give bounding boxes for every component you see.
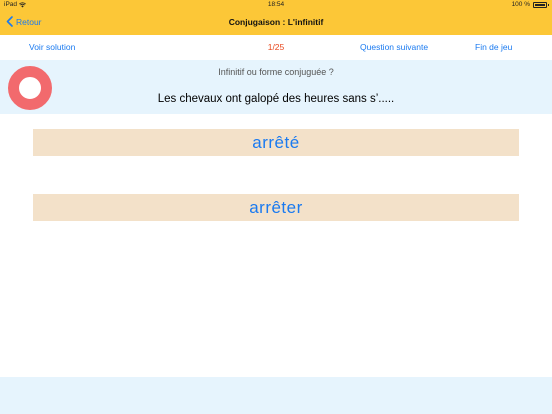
page-title: Conjugaison : L'infinitif <box>228 17 324 27</box>
battery-percent: 100 % <box>511 1 530 8</box>
status-right: 100 % <box>511 1 549 8</box>
toolbar: Voir solution 1/25 Question suivante Fin… <box>0 35 552 60</box>
question-panel: Infinitif ou forme conjuguée ? Les cheva… <box>0 60 552 114</box>
bottom-bar <box>0 377 552 414</box>
end-game-button[interactable]: Fin de jeu <box>475 42 512 52</box>
status-bar: iPad 18:54 100 % <box>0 0 552 11</box>
answer-button-1[interactable]: arrêté <box>33 129 519 156</box>
question-counter: 1/25 <box>267 42 285 52</box>
question-sentence: Les chevaux ont galopé des heures sans s… <box>157 93 395 105</box>
status-time: 18:54 <box>267 1 285 8</box>
battery-icon <box>533 1 549 8</box>
nav-bar: Retour Conjugaison : L'infinitif <box>0 11 552 35</box>
question-hint: Infinitif ou forme conjuguée ? <box>218 67 334 77</box>
next-question-button[interactable]: Question suivante <box>360 42 428 52</box>
answer-button-2[interactable]: arrêter <box>33 194 519 221</box>
